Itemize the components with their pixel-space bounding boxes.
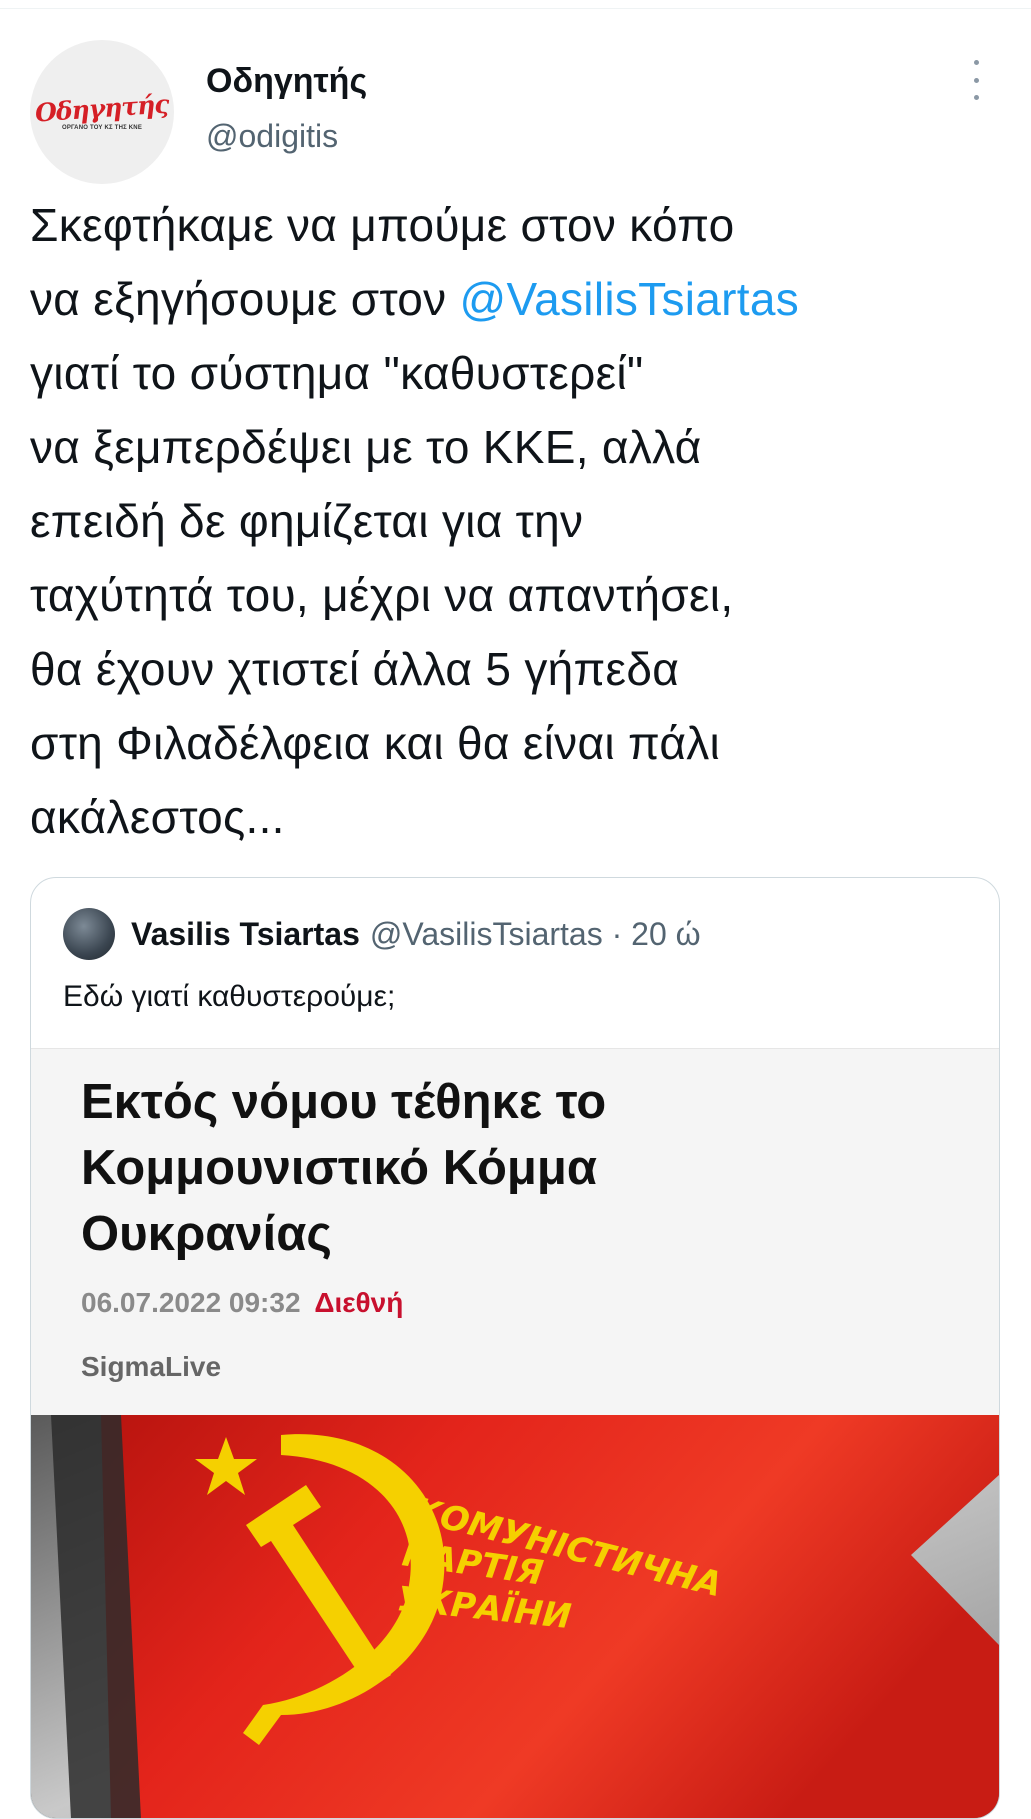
- tweet-text: Σκεφτήκαμε να μπούμε στον κόπο να εξηγήσ…: [30, 188, 1020, 854]
- article-category[interactable]: Διεθνή: [314, 1287, 403, 1318]
- tweet-text-fragment: να εξηγήσουμε στον: [30, 273, 460, 325]
- quoted-author-name[interactable]: Vasilis Tsiartas: [131, 916, 360, 953]
- more-dot: [973, 95, 979, 100]
- article-source: SigmaLive: [81, 1351, 222, 1382]
- top-divider: [0, 8, 1031, 9]
- article-meta: 06.07.2022 09:32 Διεθνή: [81, 1287, 403, 1319]
- article-title-line: Εκτός νόμου τέθηκε το: [81, 1075, 607, 1129]
- quoted-tweet-header: Vasilis Tsiartas @VasilisTsiartas · 20 ώ: [63, 908, 701, 960]
- tweet-text-line: στη Φιλαδέλφεια και θα είναι πάλι: [30, 717, 721, 769]
- tweet-text-line: ταχύτητά του, μέχρι να απαντήσει,: [30, 569, 734, 621]
- article-preview[interactable]: Εκτός νόμου τέθηκε το Κομμουνιστικό Κόμμ…: [31, 1048, 999, 1818]
- more-options-icon[interactable]: [966, 60, 986, 100]
- tweet-text-line: ακάλεστος...: [30, 791, 285, 843]
- tweet-text-line: θα έχουν χτιστεί άλλα 5 γήπεδα: [30, 643, 680, 695]
- avatar-logo-text: Οδηγητής: [34, 88, 170, 128]
- mention-link[interactable]: @VasilisTsiartas: [460, 273, 800, 325]
- author-handle[interactable]: @odigitis: [206, 118, 338, 155]
- avatar-logo-subtitle: ΟΡΓΑΝΟ ΤΟΥ ΚΣ ΤΗΣ ΚΝΕ: [61, 124, 143, 131]
- article-title-line: Κομμουνιστικό Κόμμα: [81, 1141, 597, 1195]
- tweet-text-line: Σκεφτήκαμε να μπούμε στον κόπο: [30, 199, 735, 251]
- article-title: Εκτός νόμου τέθηκε το Κομμουνιστικό Κόμμ…: [81, 1069, 941, 1267]
- author-display-name[interactable]: Οδηγητής: [206, 62, 367, 101]
- article-image[interactable]: КОМУНІСТИЧНА ПАРТІЯ УКРАЇНИ: [31, 1415, 999, 1818]
- tweet-text-line: γιατί το σύστημα "καθυστερεί": [30, 347, 644, 399]
- more-dot: [973, 60, 979, 65]
- article-date: 06.07.2022 09:32: [81, 1287, 301, 1318]
- tweet-text-line: επειδή δε φημίζεται για την: [30, 495, 584, 547]
- article-title-line: Ουκρανίας: [81, 1207, 332, 1261]
- quoted-tweet-card[interactable]: Vasilis Tsiartas @VasilisTsiartas · 20 ώ…: [30, 877, 1000, 1819]
- quoted-tweet-text: Εδώ γιατί καθυστερούμε;: [63, 980, 396, 1013]
- author-avatar[interactable]: Οδηγητής ΟΡΓΑΝΟ ΤΟΥ ΚΣ ΤΗΣ ΚΝΕ: [30, 40, 174, 184]
- flag-image: КОМУНІСТИЧНА ПАРТІЯ УКРАЇНИ: [31, 1415, 999, 1818]
- quoted-author-handle[interactable]: @VasilisTsiartas · 20 ώ: [370, 916, 701, 953]
- tweet-text-line-with-mention: να εξηγήσουμε στον @VasilisTsiartas: [30, 262, 1020, 336]
- tweet-text-line: να ξεμπερδέψει με το ΚΚΕ, αλλά: [30, 421, 702, 473]
- more-dot: [973, 77, 979, 83]
- quoted-author-avatar[interactable]: [63, 908, 115, 960]
